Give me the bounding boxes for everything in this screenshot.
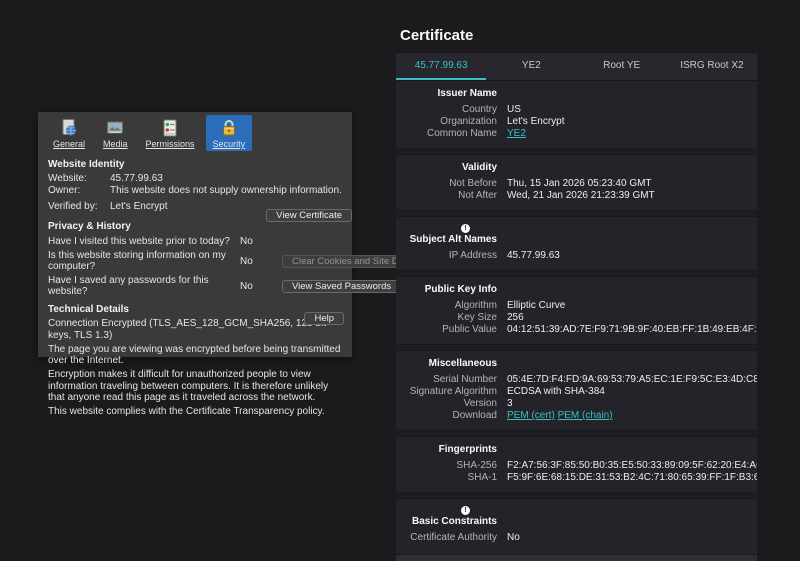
section-separator xyxy=(396,210,757,217)
next-section-cutoff-strip xyxy=(396,554,757,561)
technical-details-heading: Technical Details xyxy=(48,304,129,315)
certificate-authority-row: Certificate Authority No xyxy=(410,532,520,543)
website-label: Website: xyxy=(48,173,87,184)
section-basic-constraints: ! Basic Constraints Certificate Authorit… xyxy=(396,499,757,552)
tab-security-label: Security xyxy=(212,139,246,149)
section-miscellaneous: Miscellaneous Serial Number 05:4E:7D:F4:… xyxy=(396,351,757,430)
website-row: Website: 45.77.99.63 xyxy=(48,173,344,185)
section-separator xyxy=(396,270,757,277)
pem-cert-link[interactable]: PEM (cert) xyxy=(507,410,555,421)
organization-row: Organization Let's Encrypt xyxy=(440,116,565,127)
tab-media[interactable]: Media xyxy=(96,115,135,151)
tab-general-label: General xyxy=(53,139,86,149)
tab-permissions-label: Permissions xyxy=(145,139,195,149)
miscellaneous-heading: Miscellaneous xyxy=(428,358,497,369)
cookies-question: Is this website storing information on m… xyxy=(48,250,226,272)
cert-tab-intermediate[interactable]: YE2 xyxy=(486,53,576,80)
visited-answer: No xyxy=(240,235,253,247)
download-row: Download PEM (cert) PEM (chain) xyxy=(452,410,613,421)
passwords-question: Have I saved any passwords for this webs… xyxy=(48,275,209,297)
section-separator xyxy=(396,148,757,155)
page-encrypted-line: The page you are viewing was encrypted b… xyxy=(48,343,341,367)
privacy-history-heading: Privacy & History xyxy=(48,221,131,232)
help-button[interactable]: Help xyxy=(304,312,344,325)
tab-permissions[interactable]: Permissions xyxy=(139,115,202,151)
owner-value: This website does not supply ownership i… xyxy=(110,185,342,196)
cert-tab-leaf[interactable]: 45.77.99.63 xyxy=(396,53,487,80)
owner-label: Owner: xyxy=(48,185,81,196)
media-icon xyxy=(107,121,124,134)
website-identity-heading: Website Identity xyxy=(48,159,125,170)
pem-chain-link[interactable]: PEM (chain) xyxy=(558,410,613,421)
public-value-row: Public Value 04:12:51:39:AD:7E:F9:71:9B:… xyxy=(442,324,757,335)
common-name-link[interactable]: YE2 xyxy=(507,128,526,139)
passwords-answer: No xyxy=(240,280,253,292)
owner-row: Owner: This website does not supply owne… xyxy=(48,185,344,197)
section-issuer-name: Issuer Name Country US Organization Let'… xyxy=(396,81,757,148)
view-certificate-button[interactable]: View Certificate xyxy=(266,209,352,222)
tab-media-label: Media xyxy=(103,139,128,149)
website-value: 45.77.99.63 xyxy=(110,173,163,184)
encryption-explanation-line: Encryption makes it difficult for unauth… xyxy=(48,369,329,403)
section-public-key-info: Public Key Info Algorithm Elliptic Curve… xyxy=(396,277,757,344)
serial-number-row: Serial Number 05:4E:7D:F4:FD:9A:69:53:79… xyxy=(433,374,757,385)
cookies-question-row: Is this website storing information on m… xyxy=(48,250,422,272)
cookies-answer: No xyxy=(240,255,253,267)
verified-by-label: Verified by: xyxy=(48,201,98,212)
visited-question: Have I visited this website prior to tod… xyxy=(48,235,230,247)
common-name-row: Common Name YE2 xyxy=(426,128,526,139)
subject-alt-names-heading: Subject Alt Names xyxy=(409,234,497,245)
certificate-page-title: Certificate xyxy=(400,27,474,44)
certificate-details: Issuer Name Country US Organization Let'… xyxy=(396,81,757,552)
page-info-dialog: General Media Permissions Security Websi… xyxy=(38,112,422,417)
basic-constraints-heading: Basic Constraints xyxy=(411,516,497,527)
section-separator xyxy=(396,430,757,437)
sha256-row: SHA-256 F2:A7:56:3F:85:50:B0:35:E5:50:33… xyxy=(456,460,757,471)
page-info-tab-bar: General Media Permissions Security xyxy=(38,112,352,151)
algorithm-row: Algorithm Elliptic Curve xyxy=(454,300,566,311)
section-separator xyxy=(396,344,757,351)
not-after-row: Not After Wed, 21 Jan 2026 21:23:39 GMT xyxy=(458,190,655,201)
certificate-panel: 45.77.99.63 YE2 Root YE ISRG Root X2 Iss… xyxy=(396,53,757,561)
cert-tab-root[interactable]: Root YE xyxy=(577,53,667,80)
permissions-checklist-icon xyxy=(163,119,177,137)
cert-tab-isrg-root-x2[interactable]: ISRG Root X2 xyxy=(667,53,757,80)
document-globe-icon xyxy=(62,119,77,136)
tab-security[interactable]: Security xyxy=(205,115,253,151)
view-saved-passwords-button[interactable]: View Saved Passwords xyxy=(282,279,402,293)
critical-extension-icon: ! xyxy=(461,506,470,515)
validity-heading: Validity xyxy=(461,162,497,173)
section-validity: Validity Not Before Thu, 15 Jan 2026 05:… xyxy=(396,155,757,210)
passwords-question-row: Have I saved any passwords for this webs… xyxy=(48,275,402,297)
public-key-info-heading: Public Key Info xyxy=(424,284,497,295)
visited-question-row: Have I visited this website prior to tod… xyxy=(48,235,344,247)
certificate-tab-bar: 45.77.99.63 YE2 Root YE ISRG Root X2 xyxy=(396,53,757,81)
key-size-row: Key Size 256 xyxy=(457,312,524,323)
sha1-row: SHA-1 F5:9F:6E:68:15:DE:31:53:B2:4C:71:8… xyxy=(467,472,757,483)
certificate-transparency-line: This website complies with the Certifica… xyxy=(48,406,325,417)
country-row: Country US xyxy=(461,104,521,115)
tab-general[interactable]: General xyxy=(46,115,92,151)
security-lock-icon xyxy=(222,120,235,136)
signature-algorithm-row: Signature Algorithm ECDSA with SHA-384 xyxy=(409,386,605,397)
ip-address-row: IP Address 45.77.99.63 xyxy=(448,250,560,261)
not-before-row: Not Before Thu, 15 Jan 2026 05:23:40 GMT xyxy=(449,178,652,189)
fingerprints-heading: Fingerprints xyxy=(438,444,497,455)
critical-extension-icon: ! xyxy=(461,224,470,233)
section-fingerprints: Fingerprints SHA-256 F2:A7:56:3F:85:50:B… xyxy=(396,437,757,492)
connection-encrypted-line: Connection Encrypted (TLS_AES_128_GCM_SH… xyxy=(48,318,326,341)
version-row: Version 3 xyxy=(463,398,513,409)
section-separator xyxy=(396,492,757,499)
issuer-name-heading: Issuer Name xyxy=(437,88,497,99)
section-subject-alt-names: ! Subject Alt Names IP Address 45.77.99.… xyxy=(396,217,757,270)
